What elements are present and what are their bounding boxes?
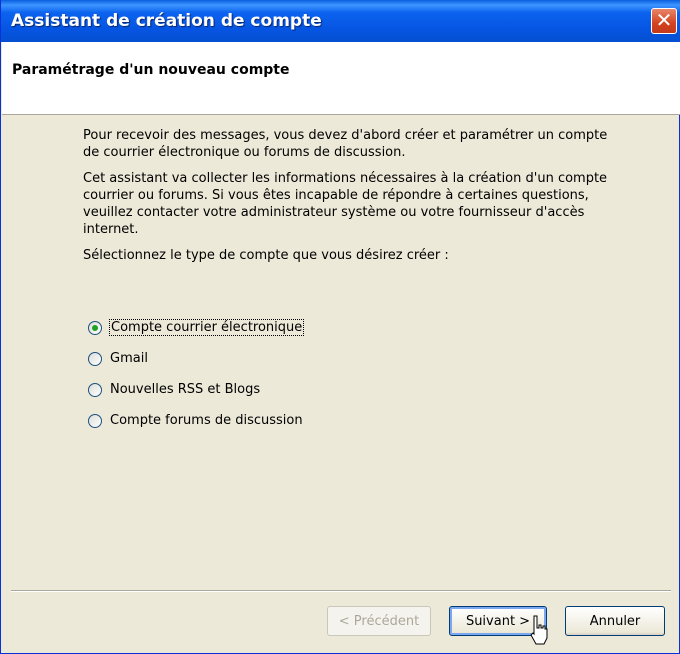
- close-icon: ✕: [655, 8, 673, 32]
- radio-label-rss[interactable]: Nouvelles RSS et Blogs: [110, 382, 260, 397]
- radio-newsgroup-account[interactable]: Compte forums de discussion: [88, 405, 303, 436]
- instruction-text: Sélectionnez le type de compte que vous …: [83, 248, 449, 263]
- radio-button[interactable]: [88, 413, 102, 428]
- hand-cursor-icon: [530, 615, 548, 645]
- radio-label-gmail[interactable]: Gmail: [110, 351, 148, 366]
- previous-button[interactable]: < Précédent: [327, 606, 431, 636]
- radio-gmail[interactable]: Gmail: [88, 343, 303, 374]
- wizard-window: Assistant de création de compte ✕ Paramé…: [0, 0, 680, 654]
- intro-paragraph-1: Pour recevoir des messages, vous devez d…: [83, 128, 608, 160]
- page-title: Paramétrage d'un nouveau compte: [12, 62, 290, 78]
- radio-button[interactable]: [88, 351, 102, 366]
- wizard-header: Paramétrage d'un nouveau compte: [2, 42, 680, 115]
- radio-button-selected[interactable]: [88, 320, 102, 335]
- account-type-group: Compte courrier électronique Gmail Nouve…: [88, 312, 305, 436]
- intro-paragraph-2: Cet assistant va collecter les informati…: [83, 171, 608, 237]
- radio-rss-blogs[interactable]: Nouvelles RSS et Blogs: [88, 374, 303, 405]
- radio-email-account[interactable]: Compte courrier électronique: [88, 312, 305, 343]
- title-bar[interactable]: Assistant de création de compte ✕: [1, 0, 680, 42]
- cancel-button[interactable]: Annuler: [565, 606, 665, 636]
- radio-button[interactable]: [88, 382, 102, 397]
- radio-label-email[interactable]: Compte courrier électronique: [108, 319, 305, 336]
- intro-text: Pour recevoir des messages, vous devez d…: [83, 127, 623, 273]
- radio-label-newsgroup[interactable]: Compte forums de discussion: [110, 413, 303, 428]
- footer-separator: [11, 590, 671, 592]
- close-button[interactable]: ✕: [651, 8, 677, 34]
- window-title: Assistant de création de compte: [11, 11, 322, 31]
